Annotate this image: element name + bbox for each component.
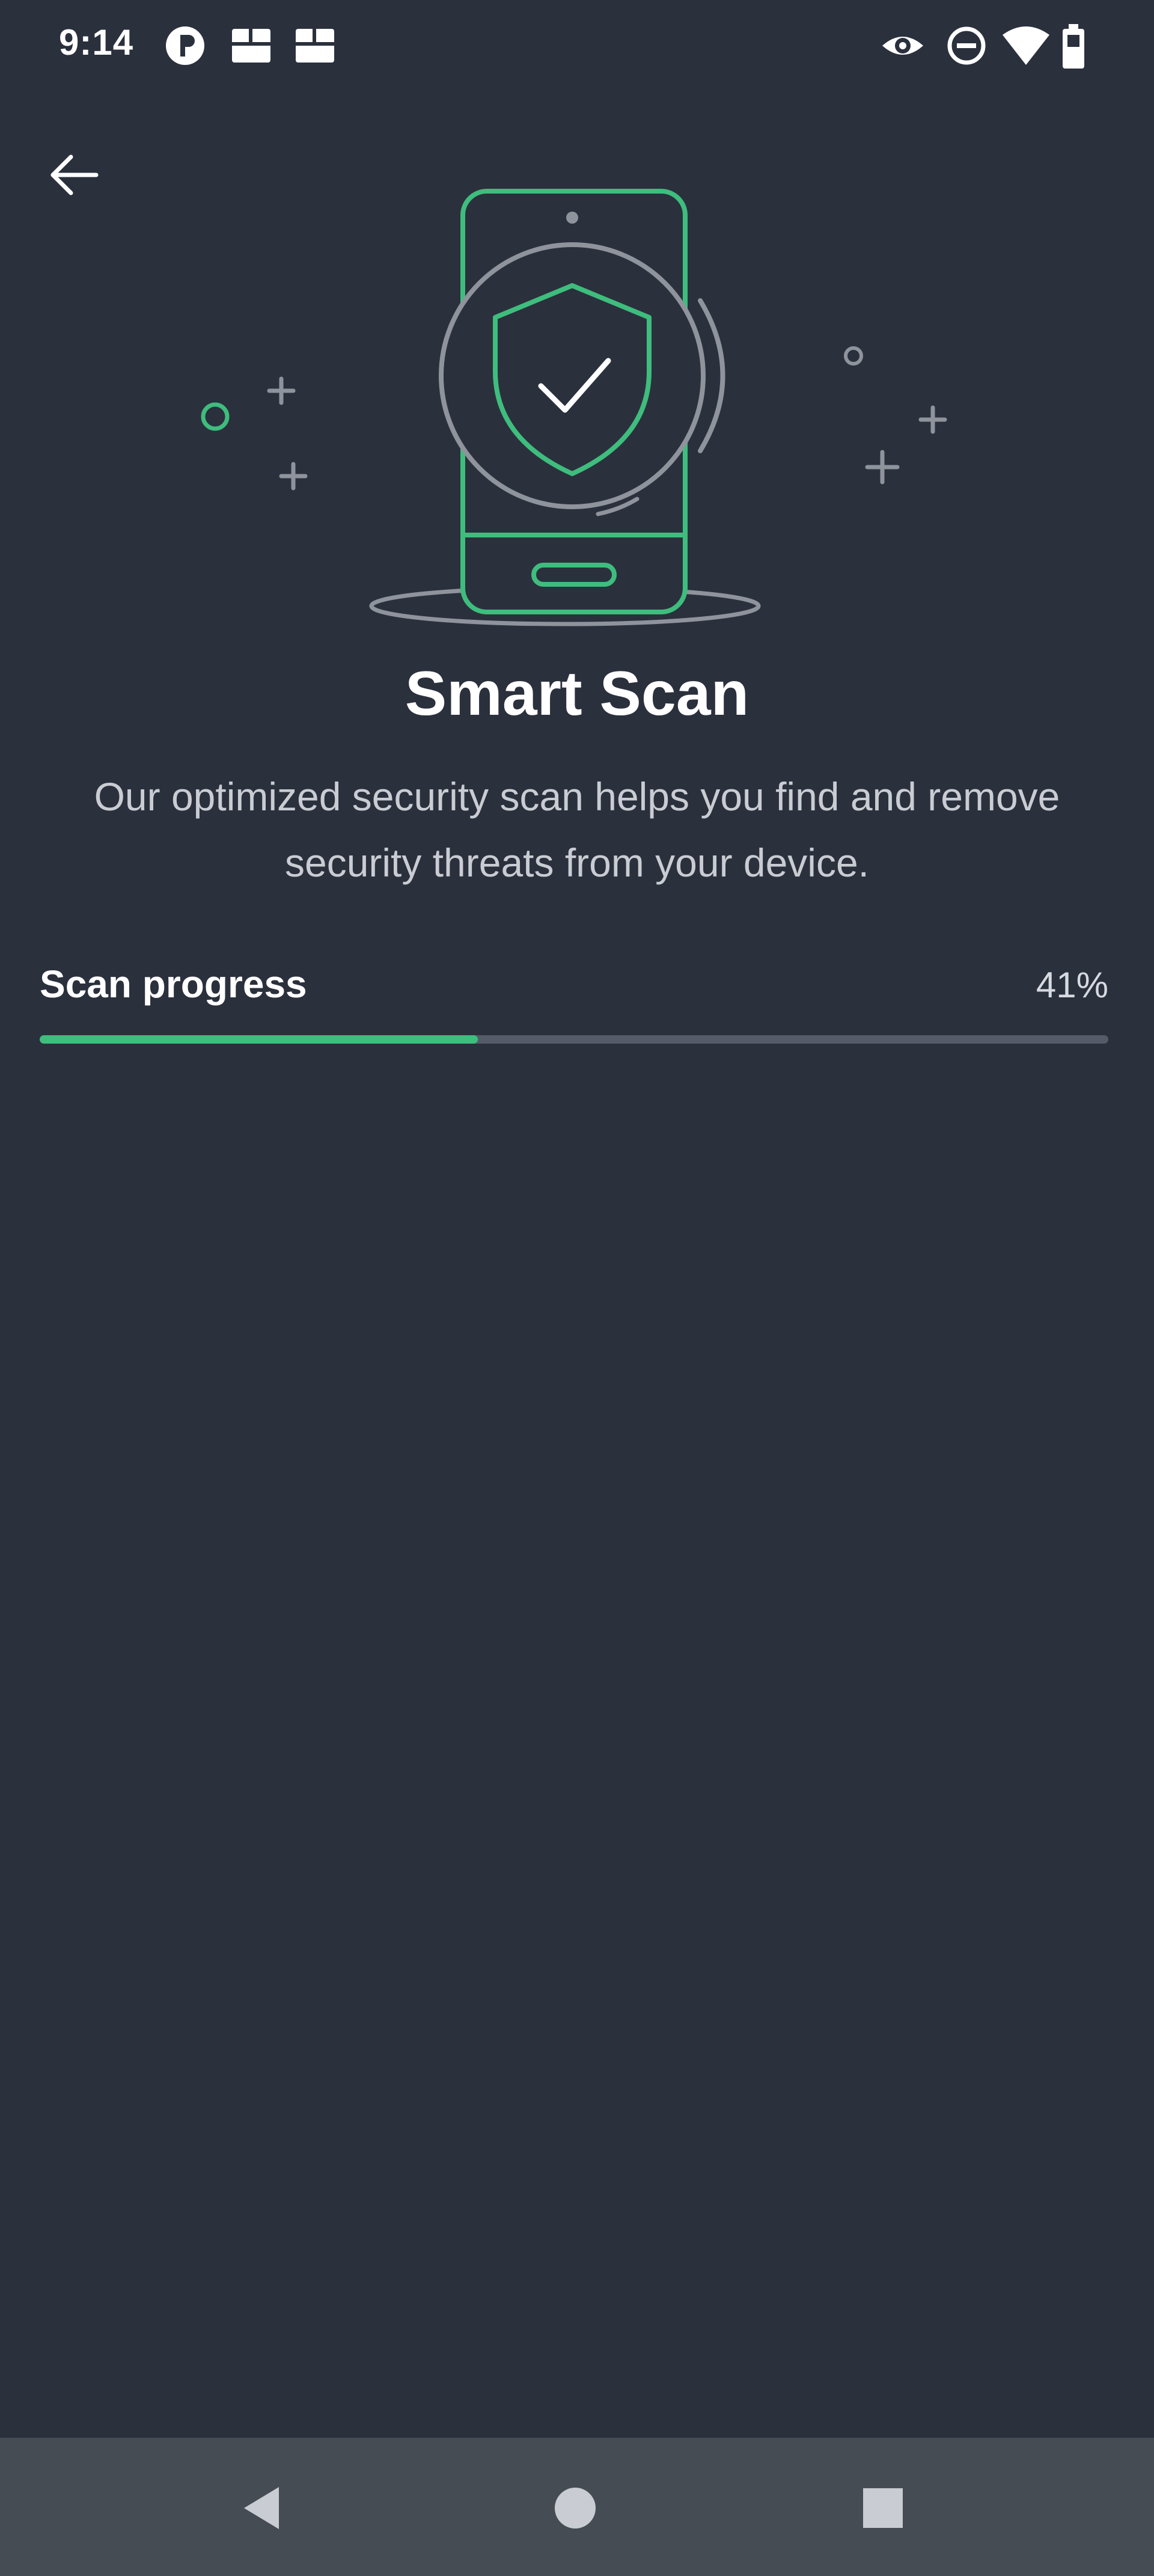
back-triangle-icon [244, 2487, 279, 2529]
home-circle-icon [555, 2488, 596, 2529]
app-notification-icon [166, 26, 204, 65]
nav-back-button[interactable] [231, 2475, 297, 2541]
page-title: Smart Scan [405, 659, 749, 729]
scan-progress-percent: 41% [1036, 965, 1108, 1005]
system-nav-bar [0, 2438, 1154, 2576]
image-notification-icon [232, 29, 270, 63]
battery-icon [1063, 24, 1084, 69]
do-not-disturb-icon [947, 26, 986, 65]
wifi-icon [1003, 26, 1049, 65]
nav-recents-button[interactable] [850, 2475, 916, 2541]
smart-scan-screen: 9:14 Smart Scan Our optimized security s… [0, 0, 1154, 2576]
scan-progress-label: Scan progress [40, 962, 307, 1006]
page-description: Our optimized security scan helps you fi… [94, 774, 1060, 885]
image-notification-icon [296, 29, 334, 63]
phone-shield-check-illustration [201, 189, 947, 626]
sparkle-circle-green [201, 402, 230, 431]
status-time: 9:14 [59, 22, 134, 63]
recents-square-icon [863, 2488, 903, 2528]
sparkle-circle-gray [844, 346, 863, 366]
scan-progress-bar [40, 1035, 1108, 1044]
phone-camera-dot [566, 212, 578, 224]
eye-icon [882, 37, 923, 55]
status-bar: 9:14 [0, 0, 1154, 90]
scan-progress-fill [40, 1035, 478, 1044]
nav-home-button[interactable] [542, 2475, 608, 2541]
